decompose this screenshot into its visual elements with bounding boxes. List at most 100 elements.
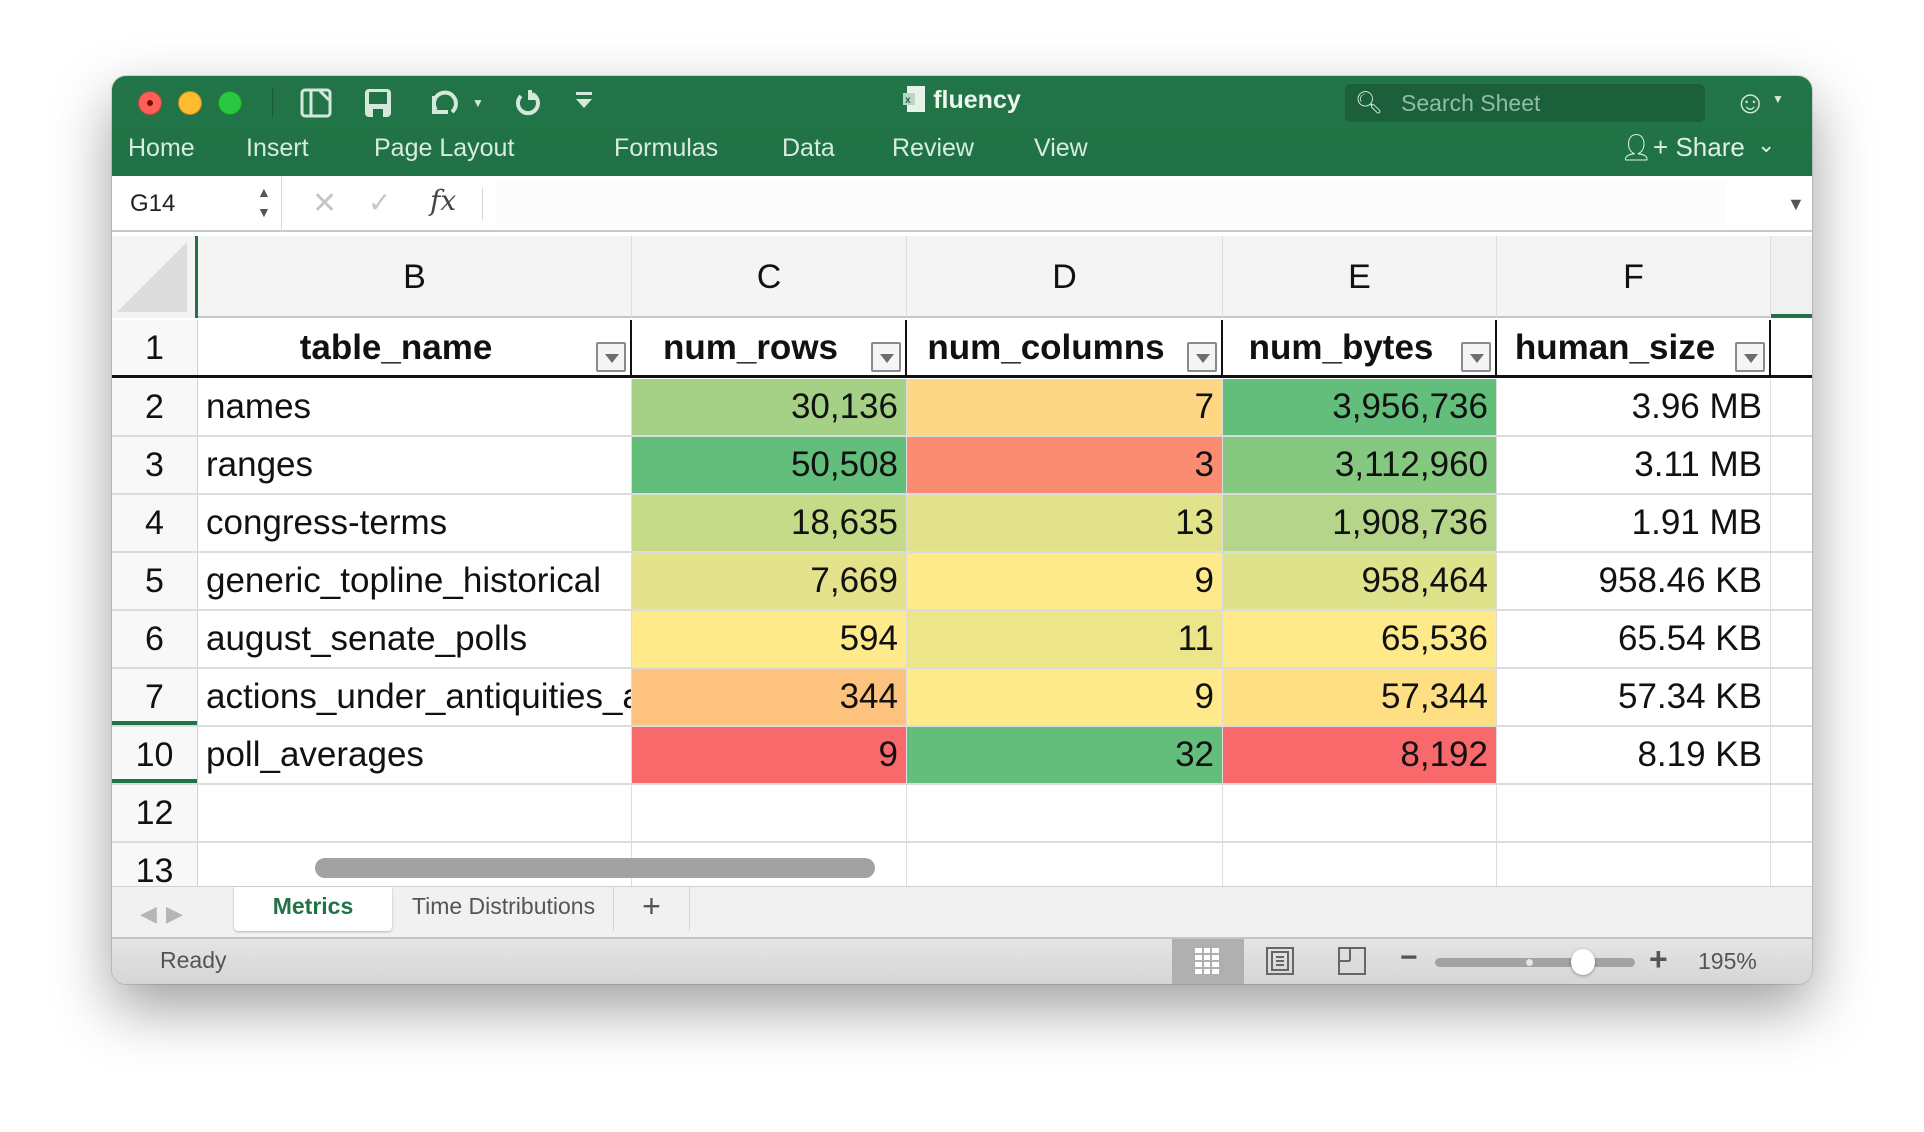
name-box[interactable]: G14 ▲ ▼ <box>112 176 282 232</box>
filter-dropdown-button[interactable] <box>1187 342 1217 372</box>
cell-num-rows[interactable]: 594 <box>632 611 907 667</box>
cell-human-size[interactable]: 3.11 MB <box>1497 437 1771 493</box>
ribbon-tab-review[interactable]: Review <box>892 134 974 163</box>
filter-dropdown-button[interactable] <box>1461 342 1491 372</box>
filter-dropdown-button[interactable] <box>1735 342 1765 372</box>
name-box-stepper-icon[interactable]: ▲ ▼ <box>257 182 271 222</box>
collapse-ribbon-chevron-icon[interactable]: ⌄ <box>1757 132 1775 158</box>
insert-function-icon[interactable]: fx <box>430 184 456 217</box>
empty-cell[interactable] <box>1497 843 1771 886</box>
cell-table-name[interactable]: august_senate_polls <box>198 611 632 667</box>
empty-cell[interactable] <box>198 785 632 841</box>
column-header-f[interactable]: F <box>1497 236 1771 318</box>
column-header-b[interactable]: B <box>198 236 632 318</box>
page-break-view-button[interactable] <box>1316 939 1388 984</box>
cell-num-bytes[interactable]: 57,344 <box>1223 669 1497 725</box>
select-all-corner[interactable] <box>112 236 198 318</box>
row-header[interactable]: 13 <box>112 843 198 886</box>
cell-num-bytes[interactable]: 65,536 <box>1223 611 1497 667</box>
normal-view-button[interactable] <box>1172 939 1244 984</box>
ribbon-tab-page-layout[interactable]: Page Layout <box>374 134 514 163</box>
cell-human-size[interactable]: 3.96 MB <box>1497 379 1771 435</box>
row-header[interactable]: 6 <box>112 611 198 667</box>
cell-num-bytes[interactable]: 3,956,736 <box>1223 379 1497 435</box>
cell-num-columns[interactable]: 9 <box>907 553 1223 609</box>
zoom-in-button[interactable]: + <box>1649 941 1668 978</box>
header-cell-num-columns[interactable]: num_columns <box>907 320 1223 375</box>
empty-cell[interactable] <box>1223 843 1497 886</box>
cell-num-bytes[interactable]: 1,908,736 <box>1223 495 1497 551</box>
row-header[interactable]: 5 <box>112 553 198 609</box>
cell-num-bytes[interactable]: 8,192 <box>1223 727 1497 783</box>
page-layout-view-button[interactable] <box>1244 939 1316 984</box>
row-header[interactable]: 10 <box>112 727 198 783</box>
cell-num-columns[interactable]: 7 <box>907 379 1223 435</box>
zoom-level[interactable]: 195% <box>1698 948 1757 975</box>
filter-dropdown-button[interactable] <box>871 342 901 372</box>
zoom-slider-track[interactable] <box>1435 958 1635 967</box>
cell-num-rows[interactable]: 50,508 <box>632 437 907 493</box>
empty-cell[interactable] <box>907 785 1223 841</box>
cell-table-name[interactable]: ranges <box>198 437 632 493</box>
ribbon-tab-insert[interactable]: Insert <box>246 134 309 163</box>
cell-num-rows[interactable]: 30,136 <box>632 379 907 435</box>
cell-human-size[interactable]: 1.91 MB <box>1497 495 1771 551</box>
column-header-c[interactable]: C <box>632 236 907 318</box>
cell-num-rows[interactable]: 9 <box>632 727 907 783</box>
row-header[interactable]: 3 <box>112 437 198 493</box>
cell-num-columns[interactable]: 32 <box>907 727 1223 783</box>
horizontal-scrollbar[interactable] <box>315 858 875 878</box>
ribbon-tab-home[interactable]: Home <box>128 134 195 163</box>
cell-num-bytes[interactable]: 958,464 <box>1223 553 1497 609</box>
cell-human-size[interactable]: 8.19 KB <box>1497 727 1771 783</box>
spreadsheet-grid[interactable]: B C D E F 1 table_name num_rows num_columns… <box>112 236 1812 886</box>
previous-sheet-icon[interactable]: ◀ <box>140 901 157 927</box>
next-sheet-icon[interactable]: ▶ <box>166 901 183 927</box>
row-header[interactable]: 7 <box>112 669 198 725</box>
cell-num-columns[interactable]: 11 <box>907 611 1223 667</box>
zoom-out-button[interactable]: − <box>1400 941 1418 975</box>
column-header-d[interactable]: D <box>907 236 1223 318</box>
cell-human-size[interactable]: 65.54 KB <box>1497 611 1771 667</box>
formula-input[interactable] <box>496 182 1726 226</box>
search-sheet-field[interactable]: 🔍︎︎ Search Sheet <box>1345 84 1705 122</box>
cell-table-name[interactable]: generic_topline_historical <box>198 553 632 609</box>
cell-table-name[interactable]: congress-terms <box>198 495 632 551</box>
cell-table-name[interactable]: actions_under_antiquities_act <box>198 669 632 725</box>
feedback-dropdown-icon[interactable]: ▼ <box>1772 92 1784 106</box>
cell-num-rows[interactable]: 18,635 <box>632 495 907 551</box>
row-header[interactable]: 2 <box>112 379 198 435</box>
expand-formula-bar-icon[interactable]: ▼ <box>1787 194 1805 215</box>
cell-num-bytes[interactable]: 3,112,960 <box>1223 437 1497 493</box>
header-cell-table-name[interactable]: table_name <box>198 320 632 375</box>
row-header[interactable]: 1 <box>112 320 198 375</box>
cell-num-rows[interactable]: 7,669 <box>632 553 907 609</box>
sheet-tab-time-distributions[interactable]: Time Distributions <box>394 887 614 931</box>
row-header[interactable]: 4 <box>112 495 198 551</box>
confirm-entry-icon[interactable]: ✓ <box>368 186 391 219</box>
feedback-smiley-icon[interactable]: ☺ <box>1734 84 1767 120</box>
cell-num-rows[interactable]: 344 <box>632 669 907 725</box>
row-header[interactable]: 12 <box>112 785 198 841</box>
cell-table-name[interactable]: poll_averages <box>198 727 632 783</box>
cell-num-columns[interactable]: 3 <box>907 437 1223 493</box>
header-cell-num-bytes[interactable]: num_bytes <box>1223 320 1497 375</box>
sheet-tab-metrics[interactable]: Metrics <box>234 887 392 931</box>
add-sheet-button[interactable]: + <box>614 887 690 931</box>
zoom-slider-thumb[interactable] <box>1570 949 1595 975</box>
cell-num-columns[interactable]: 9 <box>907 669 1223 725</box>
ribbon-tab-view[interactable]: View <box>1034 134 1088 163</box>
cell-human-size[interactable]: 57.34 KB <box>1497 669 1771 725</box>
column-header-g[interactable] <box>1771 236 1812 318</box>
share-button[interactable]: 👤︎+ Share <box>1620 132 1745 163</box>
ribbon-tab-formulas[interactable]: Formulas <box>614 134 718 163</box>
cell-table-name[interactable]: names <box>198 379 632 435</box>
cancel-entry-icon[interactable]: ✕ <box>312 186 337 221</box>
cell-num-columns[interactable]: 13 <box>907 495 1223 551</box>
header-cell-num-rows[interactable]: num_rows <box>632 320 907 375</box>
empty-cell[interactable] <box>907 843 1223 886</box>
empty-cell[interactable] <box>1223 785 1497 841</box>
filter-dropdown-button[interactable] <box>596 342 626 372</box>
ribbon-tab-data[interactable]: Data <box>782 134 835 163</box>
cell-human-size[interactable]: 958.46 KB <box>1497 553 1771 609</box>
